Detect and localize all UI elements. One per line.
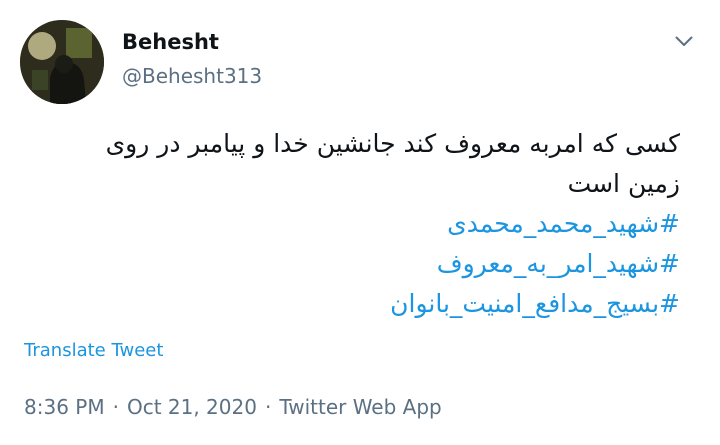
user-handle[interactable]: @Behesht313 [122, 64, 262, 88]
separator-dot: · [264, 395, 272, 419]
hashtag-link[interactable]: #شهید_محمد_محمدی [40, 204, 680, 244]
tweet-date[interactable]: Oct 21, 2020 [127, 395, 257, 419]
avatar-image [20, 20, 104, 104]
tweet-text-line: کسی که امربه معروف کند جانشین خدا و پیام… [105, 129, 680, 158]
hashtag-link[interactable]: #شهید_امر_به_معروف [40, 244, 680, 284]
translate-tweet-link[interactable]: Translate Tweet [24, 340, 163, 361]
avatar[interactable] [20, 20, 104, 104]
display-name[interactable]: Behesht [122, 30, 219, 54]
tweet-text: کسی که امربه معروف کند جانشین خدا و پیام… [40, 124, 680, 324]
tweet-metadata: 8:36 PM · Oct 21, 2020 · Twitter Web App [24, 395, 442, 419]
tweet-source[interactable]: Twitter Web App [279, 395, 441, 419]
chevron-down-icon [675, 36, 693, 46]
hashtag-link[interactable]: #بسیج_مدافع_امنیت_بانوان [40, 284, 680, 324]
tweet-text-line: زمین است [567, 169, 680, 198]
separator-dot: · [112, 395, 119, 419]
tweet-menu-button[interactable] [670, 30, 698, 52]
tweet-time[interactable]: 8:36 PM [24, 395, 105, 419]
